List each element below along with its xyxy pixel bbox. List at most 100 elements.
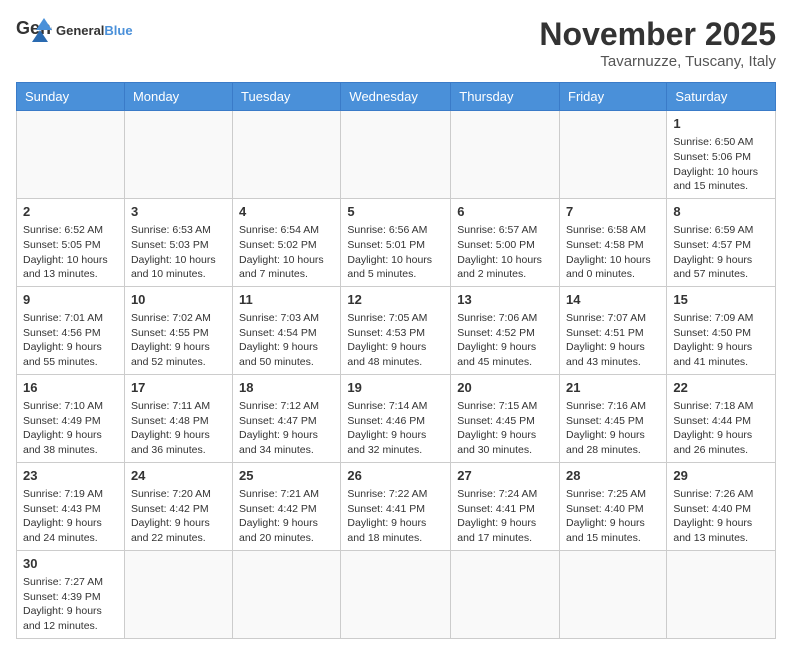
day-info: Sunrise: 6:50 AM Sunset: 5:06 PM Dayligh…	[673, 135, 769, 194]
day-info: Sunrise: 7:15 AM Sunset: 4:45 PM Dayligh…	[457, 399, 553, 458]
day-info: Sunrise: 7:14 AM Sunset: 4:46 PM Dayligh…	[347, 399, 444, 458]
day-info: Sunrise: 7:02 AM Sunset: 4:55 PM Dayligh…	[131, 311, 226, 370]
calendar-cell: 25 Sunrise: 7:21 AM Sunset: 4:42 PM Dayli…	[233, 462, 341, 550]
day-of-week-header: Monday	[124, 83, 232, 111]
calendar-cell	[124, 550, 232, 638]
day-info: Sunrise: 7:05 AM Sunset: 4:53 PM Dayligh…	[347, 311, 444, 370]
calendar-cell: 5 Sunrise: 6:56 AM Sunset: 5:01 PM Daylig…	[341, 198, 451, 286]
day-number: 23	[23, 467, 118, 485]
day-number: 17	[131, 379, 226, 397]
day-number: 6	[457, 203, 553, 221]
calendar-cell: 10 Sunrise: 7:02 AM Sunset: 4:55 PM Dayli…	[124, 286, 232, 374]
calendar-cell: 23 Sunrise: 7:19 AM Sunset: 4:43 PM Dayli…	[17, 462, 125, 550]
calendar-cell	[560, 111, 667, 199]
calendar-table: SundayMondayTuesdayWednesdayThursdayFrid…	[16, 82, 776, 639]
day-info: Sunrise: 6:58 AM Sunset: 4:58 PM Dayligh…	[566, 223, 660, 282]
day-of-week-header: Tuesday	[233, 83, 341, 111]
day-info: Sunrise: 7:25 AM Sunset: 4:40 PM Dayligh…	[566, 487, 660, 546]
calendar-cell: 28 Sunrise: 7:25 AM Sunset: 4:40 PM Dayli…	[560, 462, 667, 550]
calendar-cell: 3 Sunrise: 6:53 AM Sunset: 5:03 PM Daylig…	[124, 198, 232, 286]
day-number: 28	[566, 467, 660, 485]
calendar-cell	[124, 111, 232, 199]
calendar-cell	[341, 111, 451, 199]
day-info: Sunrise: 6:53 AM Sunset: 5:03 PM Dayligh…	[131, 223, 226, 282]
calendar-cell: 4 Sunrise: 6:54 AM Sunset: 5:02 PM Daylig…	[233, 198, 341, 286]
calendar-cell	[451, 111, 560, 199]
day-number: 13	[457, 291, 553, 309]
calendar-cell	[667, 550, 776, 638]
calendar-cell	[341, 550, 451, 638]
day-info: Sunrise: 7:26 AM Sunset: 4:40 PM Dayligh…	[673, 487, 769, 546]
day-info: Sunrise: 7:16 AM Sunset: 4:45 PM Dayligh…	[566, 399, 660, 458]
day-number: 5	[347, 203, 444, 221]
day-info: Sunrise: 6:59 AM Sunset: 4:57 PM Dayligh…	[673, 223, 769, 282]
logo-icon: General	[16, 16, 52, 46]
day-info: Sunrise: 6:56 AM Sunset: 5:01 PM Dayligh…	[347, 223, 444, 282]
day-number: 10	[131, 291, 226, 309]
day-info: Sunrise: 7:12 AM Sunset: 4:47 PM Dayligh…	[239, 399, 334, 458]
logo-general: General	[56, 23, 104, 38]
day-info: Sunrise: 7:27 AM Sunset: 4:39 PM Dayligh…	[23, 575, 118, 634]
calendar-cell: 29 Sunrise: 7:26 AM Sunset: 4:40 PM Dayli…	[667, 462, 776, 550]
calendar-cell: 6 Sunrise: 6:57 AM Sunset: 5:00 PM Daylig…	[451, 198, 560, 286]
day-number: 14	[566, 291, 660, 309]
day-of-week-header: Sunday	[17, 83, 125, 111]
day-number: 1	[673, 115, 769, 133]
calendar-week-row: 1 Sunrise: 6:50 AM Sunset: 5:06 PM Daylig…	[17, 111, 776, 199]
calendar-week-row: 23 Sunrise: 7:19 AM Sunset: 4:43 PM Dayli…	[17, 462, 776, 550]
calendar-cell: 18 Sunrise: 7:12 AM Sunset: 4:47 PM Dayli…	[233, 374, 341, 462]
day-number: 19	[347, 379, 444, 397]
calendar-cell	[451, 550, 560, 638]
calendar-cell: 30 Sunrise: 7:27 AM Sunset: 4:39 PM Dayli…	[17, 550, 125, 638]
day-number: 27	[457, 467, 553, 485]
day-number: 12	[347, 291, 444, 309]
day-info: Sunrise: 7:21 AM Sunset: 4:42 PM Dayligh…	[239, 487, 334, 546]
day-of-week-header: Wednesday	[341, 83, 451, 111]
day-info: Sunrise: 6:54 AM Sunset: 5:02 PM Dayligh…	[239, 223, 334, 282]
day-number: 22	[673, 379, 769, 397]
day-number: 25	[239, 467, 334, 485]
day-number: 20	[457, 379, 553, 397]
logo-blue: Blue	[104, 23, 132, 38]
day-number: 15	[673, 291, 769, 309]
day-info: Sunrise: 7:18 AM Sunset: 4:44 PM Dayligh…	[673, 399, 769, 458]
calendar-cell: 7Sunrise: 6:58 AM Sunset: 4:58 PM Daylig…	[560, 198, 667, 286]
day-number: 26	[347, 467, 444, 485]
calendar-cell	[233, 550, 341, 638]
calendar-cell: 24 Sunrise: 7:20 AM Sunset: 4:42 PM Dayli…	[124, 462, 232, 550]
location-subtitle: Tavarnuzze, Tuscany, Italy	[539, 53, 776, 70]
day-of-week-header: Saturday	[667, 83, 776, 111]
day-info: Sunrise: 7:20 AM Sunset: 4:42 PM Dayligh…	[131, 487, 226, 546]
day-info: Sunrise: 7:11 AM Sunset: 4:48 PM Dayligh…	[131, 399, 226, 458]
calendar-cell: 21Sunrise: 7:16 AM Sunset: 4:45 PM Dayli…	[560, 374, 667, 462]
day-number: 18	[239, 379, 334, 397]
calendar-cell: 19 Sunrise: 7:14 AM Sunset: 4:46 PM Dayli…	[341, 374, 451, 462]
calendar-week-row: 2Sunrise: 6:52 AM Sunset: 5:05 PM Daylig…	[17, 198, 776, 286]
calendar-week-row: 30 Sunrise: 7:27 AM Sunset: 4:39 PM Dayli…	[17, 550, 776, 638]
calendar-cell	[233, 111, 341, 199]
day-number: 3	[131, 203, 226, 221]
day-number: 24	[131, 467, 226, 485]
day-info: Sunrise: 7:19 AM Sunset: 4:43 PM Dayligh…	[23, 487, 118, 546]
day-info: Sunrise: 7:22 AM Sunset: 4:41 PM Dayligh…	[347, 487, 444, 546]
logo: General GeneralBlue	[16, 16, 133, 46]
day-number: 8	[673, 203, 769, 221]
calendar-cell: 16Sunrise: 7:10 AM Sunset: 4:49 PM Dayli…	[17, 374, 125, 462]
day-number: 29	[673, 467, 769, 485]
page-header: General GeneralBlue November 2025 Tavarn…	[16, 16, 776, 70]
day-info: Sunrise: 7:24 AM Sunset: 4:41 PM Dayligh…	[457, 487, 553, 546]
calendar-cell: 12 Sunrise: 7:05 AM Sunset: 4:53 PM Dayli…	[341, 286, 451, 374]
day-info: Sunrise: 7:09 AM Sunset: 4:50 PM Dayligh…	[673, 311, 769, 370]
calendar-week-row: 9Sunrise: 7:01 AM Sunset: 4:56 PM Daylig…	[17, 286, 776, 374]
day-info: Sunrise: 6:57 AM Sunset: 5:00 PM Dayligh…	[457, 223, 553, 282]
calendar-cell: 13Sunrise: 7:06 AM Sunset: 4:52 PM Dayli…	[451, 286, 560, 374]
day-info: Sunrise: 7:07 AM Sunset: 4:51 PM Dayligh…	[566, 311, 660, 370]
calendar-cell: 15 Sunrise: 7:09 AM Sunset: 4:50 PM Dayli…	[667, 286, 776, 374]
day-info: Sunrise: 7:10 AM Sunset: 4:49 PM Dayligh…	[23, 399, 118, 458]
day-number: 4	[239, 203, 334, 221]
month-year-title: November 2025	[539, 16, 776, 53]
calendar-header-row: SundayMondayTuesdayWednesdayThursdayFrid…	[17, 83, 776, 111]
calendar-cell: 27 Sunrise: 7:24 AM Sunset: 4:41 PM Dayli…	[451, 462, 560, 550]
calendar-cell: 20 Sunrise: 7:15 AM Sunset: 4:45 PM Dayli…	[451, 374, 560, 462]
day-number: 30	[23, 555, 118, 573]
